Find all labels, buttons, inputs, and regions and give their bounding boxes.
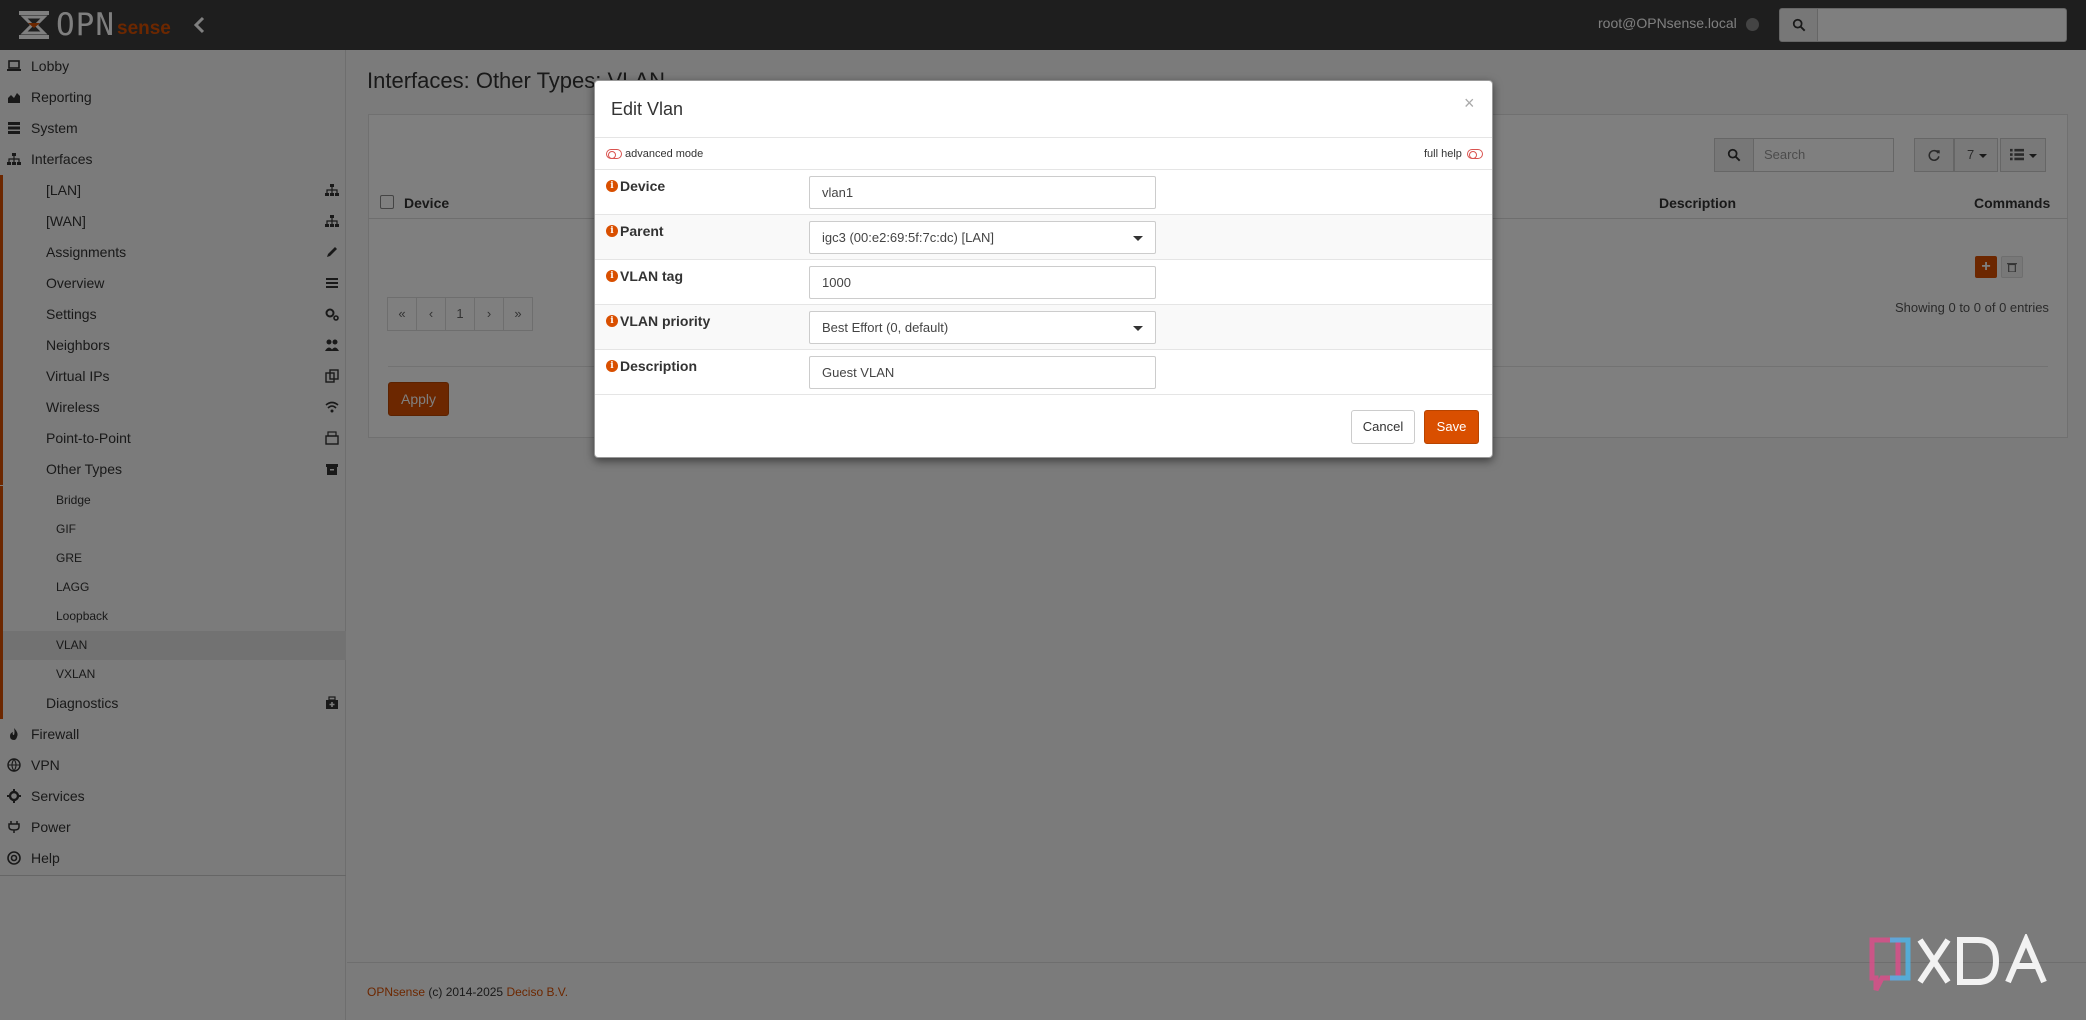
info-icon[interactable]: i — [606, 360, 618, 372]
info-icon[interactable]: i — [606, 225, 618, 237]
mode-toggle-row: advanced mode full help — [595, 138, 1492, 170]
chevron-down-icon — [1133, 236, 1143, 241]
cancel-button[interactable]: Cancel — [1351, 410, 1415, 444]
vlan-priority-select[interactable]: Best Effort (0, default) — [809, 311, 1156, 344]
xda-watermark-icon — [1869, 934, 2047, 992]
info-icon[interactable]: i — [606, 270, 618, 282]
dialog-footer-divider — [595, 394, 1492, 395]
advanced-mode-label[interactable]: advanced mode — [625, 148, 703, 160]
full-help-toggle-icon[interactable] — [1467, 149, 1483, 159]
field-label-parent: Parent — [620, 223, 664, 239]
full-help-label[interactable]: full help — [1424, 148, 1462, 160]
save-button[interactable]: Save — [1424, 410, 1479, 444]
chevron-down-icon — [1133, 326, 1143, 331]
device-input[interactable]: vlan1 — [809, 176, 1156, 209]
parent-select[interactable]: igc3 (00:e2:69:5f:7c:dc) [LAN] — [809, 221, 1156, 254]
close-icon[interactable]: × — [1464, 93, 1475, 114]
info-icon[interactable]: i — [606, 315, 618, 327]
description-input[interactable]: Guest VLAN — [809, 356, 1156, 389]
description-value: Guest VLAN — [822, 365, 895, 380]
form-row-parent: i Parent igc3 (00:e2:69:5f:7c:dc) [LAN] — [595, 215, 1492, 260]
form-row-vlan-tag: i VLAN tag 1000 — [595, 260, 1492, 305]
vlan-tag-input[interactable]: 1000 — [809, 266, 1156, 299]
edit-vlan-dialog: Edit Vlan × advanced mode full help i Dev… — [594, 80, 1493, 458]
field-label-vlan-tag: VLAN tag — [620, 268, 683, 284]
vlan-tag-value: 1000 — [822, 275, 851, 290]
form-row-description: i Description Guest VLAN — [595, 350, 1492, 395]
info-icon[interactable]: i — [606, 180, 618, 192]
form-row-device: i Device vlan1 — [595, 170, 1492, 215]
form-row-vlan-priority: i VLAN priority Best Effort (0, default) — [595, 305, 1492, 350]
parent-value: igc3 (00:e2:69:5f:7c:dc) [LAN] — [822, 230, 994, 245]
field-label-vlan-priority: VLAN priority — [620, 313, 711, 329]
field-label-device: Device — [620, 178, 666, 194]
advanced-mode-toggle-icon[interactable] — [606, 149, 622, 159]
field-label-description: Description — [620, 358, 698, 374]
vlan-priority-value: Best Effort (0, default) — [822, 320, 949, 335]
dialog-title: Edit Vlan — [611, 99, 684, 119]
device-value: vlan1 — [822, 185, 854, 200]
